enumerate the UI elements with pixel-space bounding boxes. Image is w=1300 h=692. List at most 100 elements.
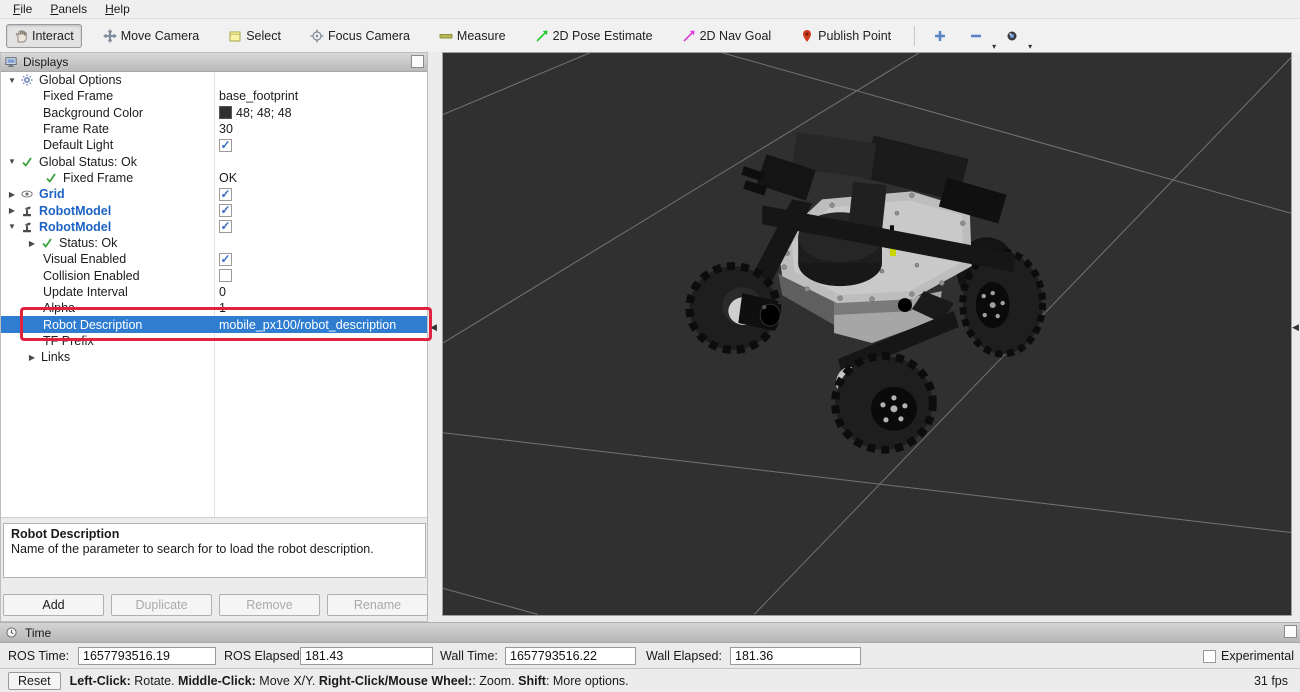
tree-row-background-color[interactable]: Background Color48; 48; 48 [1,105,427,121]
tree-row-status-ok[interactable]: ▶ Status: Ok [1,235,427,251]
tool-2d-pose-estimate[interactable]: 2D Pose Estimate [527,24,661,48]
camera-eye-button[interactable]: ▾ [999,24,1025,48]
help-title: Robot Description [11,527,418,542]
tree-row-grid[interactable]: ▶ Grid [1,186,427,202]
tree-row-value[interactable]: 1 [219,301,226,315]
tool-select[interactable]: Select [220,24,289,48]
time-float-button[interactable] [1284,625,1297,638]
tree-label-cell: Fixed Frame [1,171,214,185]
tool-interact[interactable]: Interact [6,24,82,48]
tree-label-cell: TF Prefix [1,334,214,348]
color-swatch[interactable] [219,106,232,119]
dropdown-caret-icon[interactable]: ▾ [992,42,996,51]
ros-time-input[interactable] [78,647,216,665]
menu-bar: FilePanelsHelp [0,0,1300,19]
expander-right-icon[interactable]: ▶ [7,190,17,199]
tree-row-fixed-frame[interactable]: Fixed Framebase_footprint [1,88,427,104]
menu-help[interactable]: Help [96,1,139,17]
right-splitter-collapse-icon[interactable]: ◀ [1292,322,1299,333]
add-button[interactable]: Add [3,594,104,616]
tree-row-robot-description[interactable]: Robot Descriptionmobile_px100/robot_desc… [1,316,427,332]
help-segment: : More options. [546,674,629,688]
expander-down-icon[interactable]: ▼ [7,76,17,85]
wall-elapsed-input[interactable] [730,647,861,665]
row-checkbox[interactable] [219,204,232,217]
experimental-checkbox[interactable] [1203,650,1216,663]
menu-panels[interactable]: Panels [41,1,96,17]
tree-row-value[interactable]: base_footprint [219,89,298,103]
tree-row-robotmodel[interactable]: ▶RobotModel [1,202,427,218]
expander-right-icon[interactable]: ▶ [27,239,37,248]
tree-row-label: Fixed Frame [63,171,133,185]
clock-icon [6,626,20,639]
tree-row-global-options[interactable]: ▼Global Options [1,72,427,88]
expander-right-icon[interactable]: ▶ [7,206,17,215]
green-arrow-icon [535,29,549,43]
tree-row-visual-enabled[interactable]: Visual Enabled [1,251,427,267]
tree-row-label: Alpha [43,301,75,315]
displays-float-button[interactable] [411,55,424,68]
tree-row-value[interactable]: mobile_px100/robot_description [219,318,396,332]
expander-right-icon[interactable]: ▶ [27,353,37,362]
tree-row-label: Status: Ok [59,236,117,250]
experimental-toggle: Experimental [1203,649,1294,663]
tree-value-cell [214,139,232,152]
tree-value-cell [214,253,232,266]
row-checkbox[interactable] [219,269,232,282]
wall-time-input[interactable] [505,647,636,665]
zoom-out-button[interactable]: ▾ [963,24,989,48]
row-checkbox[interactable] [219,220,232,233]
tree-label-cell: Collision Enabled [1,269,214,283]
help-segment: Rotate. [131,674,178,688]
tool-publish-point[interactable]: Publish Point [792,24,899,48]
tool-2d-nav-goal[interactable]: 2D Nav Goal [674,24,780,48]
zoom-in-button[interactable] [927,24,953,48]
tree-row-value[interactable]: 30 [219,122,233,136]
expander-down-icon[interactable]: ▼ [7,157,17,166]
row-checkbox[interactable] [219,253,232,266]
row-checkbox[interactable] [219,188,232,201]
check-icon [41,237,55,250]
tool-label: 2D Pose Estimate [553,29,653,43]
3d-viewport[interactable] [442,52,1292,616]
tree-row-alpha[interactable]: Alpha 1 [1,300,427,316]
tree-label-cell: Frame Rate [1,122,214,136]
tree-row-value[interactable]: 0 [219,285,226,299]
tree-row-default-light[interactable]: Default Light [1,137,427,153]
tree-row-label: Frame Rate [43,122,109,136]
tree-row-links[interactable]: ▶Links [1,349,427,365]
check-icon [45,171,59,184]
reset-button[interactable]: Reset [8,672,61,690]
displays-buttons: AddDuplicateRemoveRename [1,594,431,616]
row-checkbox[interactable] [219,139,232,152]
dropdown-caret-icon[interactable]: ▾ [1028,42,1032,51]
tree-row-robotmodel[interactable]: ▼RobotModel [1,219,427,235]
tree-label-cell: ▶Links [1,350,214,364]
tree-row-collision-enabled[interactable]: Collision Enabled [1,268,427,284]
tool-focus-camera[interactable]: Focus Camera [302,24,418,48]
tree-label-cell: Default Light [1,138,214,152]
expander-down-icon[interactable]: ▼ [7,222,17,231]
tool-label: Focus Camera [328,29,410,43]
panel-splitter[interactable]: ◀ [428,52,442,622]
tool-measure[interactable]: Measure [431,24,514,48]
duplicate-button: Duplicate [111,594,212,616]
field-label: ROS Elapsed: [224,649,300,663]
right-panel-splitter[interactable]: ◀ [1292,52,1300,622]
tree-row-update-interval[interactable]: Update Interval0 [1,284,427,300]
tree-row-value[interactable]: OK [219,171,237,185]
tree-label-cell: ▼RobotModel [1,220,214,234]
tree-row-tf-prefix[interactable]: TF Prefix [1,333,427,349]
tree-row-global-status-ok[interactable]: ▼Global Status: Ok [1,153,427,169]
tree-row-label: Grid [39,187,65,201]
menu-file[interactable]: File [4,1,41,17]
splitter-collapse-icon[interactable]: ◀ [430,322,437,333]
tree-value-cell [214,204,232,217]
tree-row-frame-rate[interactable]: Frame Rate 30 [1,121,427,137]
tool-move-camera[interactable]: Move Camera [95,24,208,48]
tree-row-label: TF Prefix [43,334,94,348]
ros-elapsed-input[interactable] [300,647,433,665]
tree-row-value[interactable]: 48; 48; 48 [236,106,292,120]
tree-row-fixed-frame[interactable]: Fixed Frame OK [1,170,427,186]
toolbar-separator [914,26,915,46]
